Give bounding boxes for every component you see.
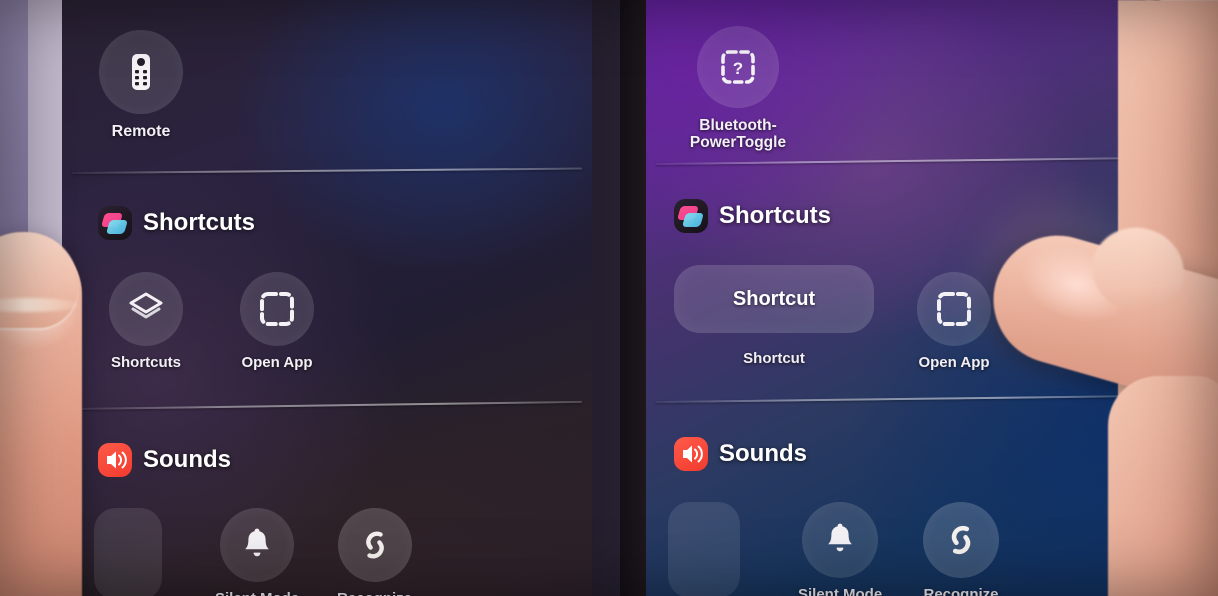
sounds-app-icon bbox=[98, 443, 132, 477]
remote-control-icon bbox=[99, 30, 183, 114]
pill-shortcut[interactable]: Shortcut bbox=[674, 265, 874, 333]
layers-glyph bbox=[129, 292, 163, 319]
tile-label: Recognize bbox=[337, 590, 412, 596]
speaker-glyph bbox=[107, 451, 127, 469]
shazam-icon bbox=[337, 508, 412, 582]
tile-silent-mode[interactable]: Silent Mode bbox=[215, 508, 299, 596]
divider-top bbox=[71, 167, 582, 174]
tile-shortcuts[interactable]: Shortcuts bbox=[109, 272, 183, 372]
tile-label: Silent Mode bbox=[215, 590, 299, 596]
section-title: Sounds bbox=[719, 440, 807, 467]
tile-open-app[interactable]: Open App bbox=[917, 272, 991, 372]
sounds-app-icon bbox=[674, 437, 708, 471]
tile-label: Silent Mode bbox=[798, 586, 883, 596]
divider-middle bbox=[71, 400, 582, 410]
tile-label: Open App bbox=[241, 354, 313, 371]
tile-label: Shortcuts bbox=[110, 354, 181, 371]
lower-finger bbox=[1108, 376, 1218, 596]
screenshot-stage: Remote Shortcuts Shortcuts Open App Soun… bbox=[0, 0, 1218, 596]
shazam-glyph bbox=[951, 525, 971, 555]
section-header-shortcuts: Shortcuts bbox=[674, 199, 831, 233]
layers-icon bbox=[109, 272, 183, 346]
shortcuts-app-icon bbox=[98, 206, 132, 240]
tile-remote[interactable]: Remote bbox=[99, 30, 183, 141]
dashed-square-glyph bbox=[260, 292, 294, 326]
bell-glyph bbox=[828, 523, 852, 552]
shortcuts-app-icon bbox=[674, 199, 708, 233]
section-title: Sounds bbox=[143, 446, 231, 473]
bell-icon bbox=[220, 508, 295, 582]
shazam-glyph bbox=[365, 531, 384, 559]
tile-label: Open App bbox=[918, 354, 990, 371]
tile-partial[interactable] bbox=[94, 508, 162, 596]
pill-label: Shortcut bbox=[732, 287, 816, 310]
divider-top bbox=[655, 157, 1133, 165]
left-phone-screen[interactable]: Remote Shortcuts Shortcuts Open App Soun… bbox=[62, 0, 592, 596]
dashed-square-question-icon: ? bbox=[697, 26, 779, 108]
tile-bluetooth-powertoggle[interactable]: ? Bluetooth- PowerToggle bbox=[678, 26, 798, 152]
dashed-square-glyph bbox=[937, 292, 971, 326]
section-title: Shortcuts bbox=[143, 209, 256, 236]
tile-label-line2: PowerToggle bbox=[689, 134, 787, 152]
bell-glyph bbox=[245, 528, 269, 557]
divider-middle bbox=[655, 395, 1133, 403]
svg-text:?: ? bbox=[733, 59, 743, 78]
pill-caption: Shortcut bbox=[743, 350, 805, 367]
dashed-square-icon bbox=[917, 272, 991, 346]
tile-label-line1: Bluetooth- bbox=[699, 117, 777, 134]
bell-icon bbox=[802, 502, 879, 578]
section-header-sounds: Sounds bbox=[98, 443, 231, 477]
tile-recognize[interactable]: Recognize bbox=[923, 502, 999, 596]
tile-label: Bluetooth- PowerToggle bbox=[678, 117, 798, 152]
tile-partial[interactable] bbox=[668, 502, 740, 596]
tile-silent-mode[interactable]: Silent Mode bbox=[798, 502, 882, 596]
section-header-shortcuts: Shortcuts bbox=[98, 206, 255, 240]
remote-glyph bbox=[132, 54, 150, 90]
speaker-glyph bbox=[683, 445, 703, 463]
tile-open-app[interactable]: Open App bbox=[240, 272, 314, 372]
dashed-square-question-glyph: ? bbox=[721, 50, 755, 84]
tile-recognize[interactable]: Recognize bbox=[337, 508, 412, 596]
shazam-icon bbox=[923, 502, 999, 578]
tile-label: Recognize bbox=[923, 586, 999, 596]
dashed-square-icon bbox=[240, 272, 314, 346]
section-header-sounds: Sounds bbox=[674, 437, 807, 471]
section-title: Shortcuts bbox=[719, 202, 832, 229]
tile-label: Remote bbox=[111, 123, 171, 140]
